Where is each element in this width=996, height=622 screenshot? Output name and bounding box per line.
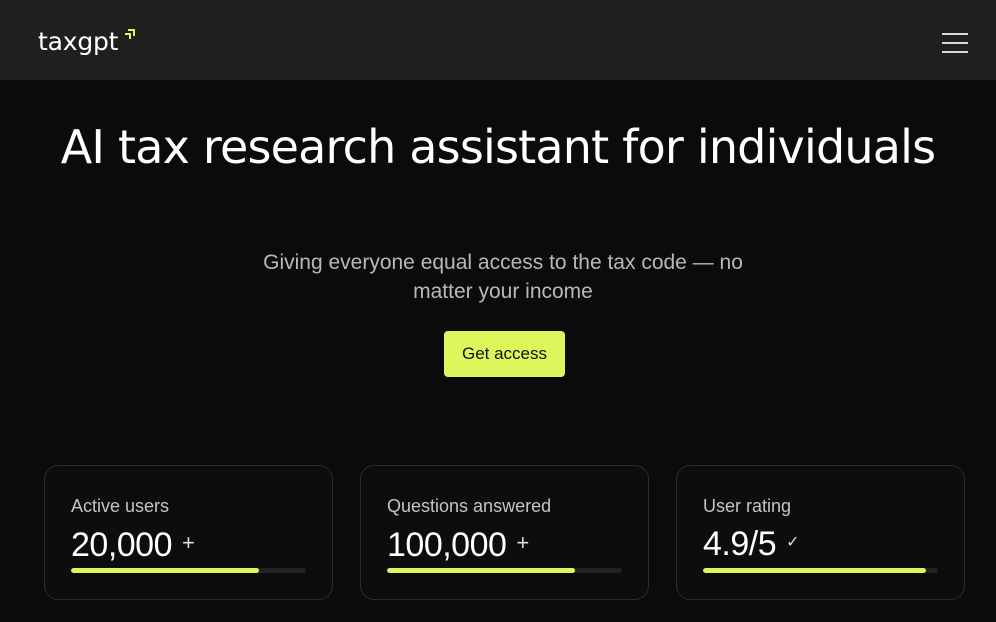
stat-value: 100,000 + — [387, 523, 529, 565]
stat-card-user-rating: User rating 4.9/5 ✓ — [676, 465, 965, 600]
plus-icon: + — [182, 530, 195, 555]
stat-value: 20,000 + — [71, 523, 195, 565]
top-navigation-bar: taxgpt — [0, 0, 996, 80]
stat-label: Active users — [71, 496, 170, 516]
stat-progress-track — [703, 568, 938, 573]
plus-icon: + — [516, 530, 529, 555]
stat-number: 4.9/5 — [703, 525, 777, 563]
stat-card-active-users: Active users 20,000 + — [44, 465, 333, 600]
hero-title: AI tax research assistant for individual… — [60, 120, 936, 174]
stat-number: 100,000 — [387, 526, 507, 564]
check-icon: ✓ — [786, 534, 800, 551]
logo-accent-icon — [125, 29, 135, 39]
stat-progress-fill — [71, 568, 259, 573]
stat-progress-track — [387, 568, 622, 573]
stat-progress-fill — [387, 568, 575, 573]
stat-progress-fill — [703, 568, 927, 573]
stat-number: 20,000 — [71, 526, 173, 564]
hero-subtitle: Giving everyone equal access to the tax … — [263, 251, 743, 303]
stat-value: 4.9/5 ✓ — [703, 523, 800, 564]
stat-label: User rating — [703, 496, 792, 516]
stat-progress-track — [71, 568, 306, 573]
brand-logo[interactable]: taxgpt — [38, 27, 118, 57]
get-access-button[interactable]: Get access — [444, 331, 565, 377]
stat-label: Questions answered — [387, 496, 552, 516]
hamburger-menu-icon[interactable] — [940, 31, 970, 55]
stat-card-questions-answered: Questions answered 100,000 + — [360, 465, 649, 600]
